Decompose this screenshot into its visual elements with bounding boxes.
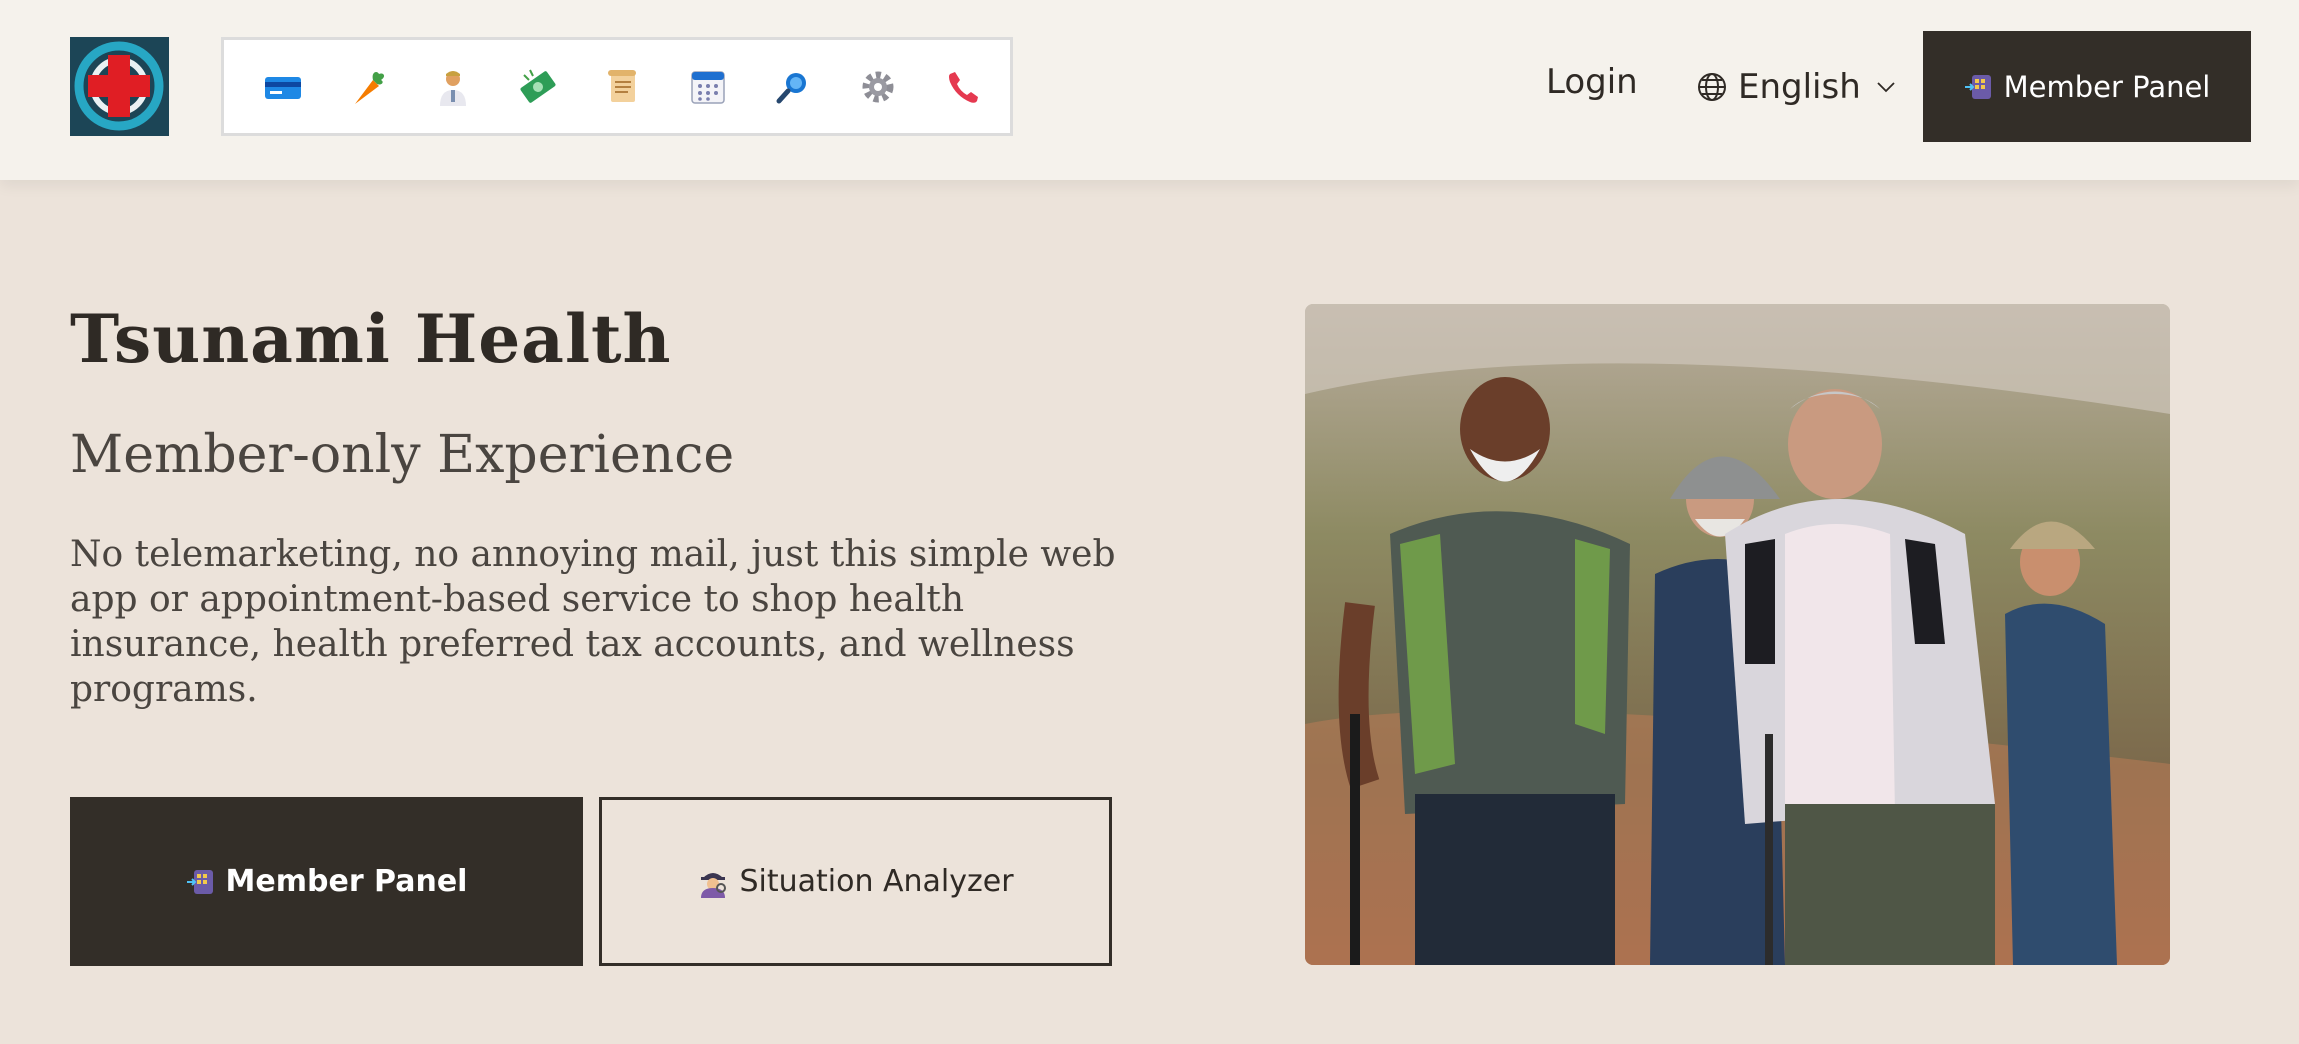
carrot-icon[interactable] (345, 64, 391, 110)
calendar-icon[interactable] (685, 64, 731, 110)
login-link[interactable]: Login (1546, 62, 1638, 102)
money-icon[interactable] (515, 64, 561, 110)
doctor-icon[interactable] (430, 64, 476, 110)
member-panel-button[interactable]: Member Panel (70, 797, 583, 966)
chevron-down-icon (1877, 82, 1895, 93)
page-title: Tsunami Health (70, 300, 672, 378)
scroll-icon[interactable] (600, 64, 646, 110)
page-subtitle: Member-only Experience (70, 425, 735, 485)
hikers-photo-image (1305, 304, 2170, 965)
header-member-panel-label: Member Panel (2003, 69, 2211, 104)
logo-icon (70, 37, 169, 136)
search-icon[interactable] (770, 64, 816, 110)
hero-description: No telemarketing, no annoying mail, just… (70, 534, 1116, 710)
site-logo[interactable] (70, 37, 169, 136)
header-member-panel-button[interactable]: Member Panel (1923, 31, 2251, 142)
situation-analyzer-button[interactable]: Situation Analyzer (599, 797, 1112, 966)
globe-icon (1698, 73, 1726, 101)
site-header: Login English Member Panel (0, 0, 2299, 180)
phone-icon[interactable] (940, 64, 986, 110)
member-panel-icon (1964, 74, 1991, 99)
member-panel-icon (186, 869, 213, 894)
credit-card-icon[interactable] (260, 64, 306, 110)
member-panel-label: Member Panel (225, 864, 468, 899)
language-selector[interactable]: English (1696, 62, 1897, 112)
language-label: English (1738, 67, 1861, 107)
detective-icon (701, 872, 727, 898)
situation-analyzer-label: Situation Analyzer (739, 864, 1014, 899)
quick-tools-bar (221, 37, 1013, 136)
gear-icon[interactable] (855, 64, 901, 110)
hero-photo (1305, 304, 2170, 965)
